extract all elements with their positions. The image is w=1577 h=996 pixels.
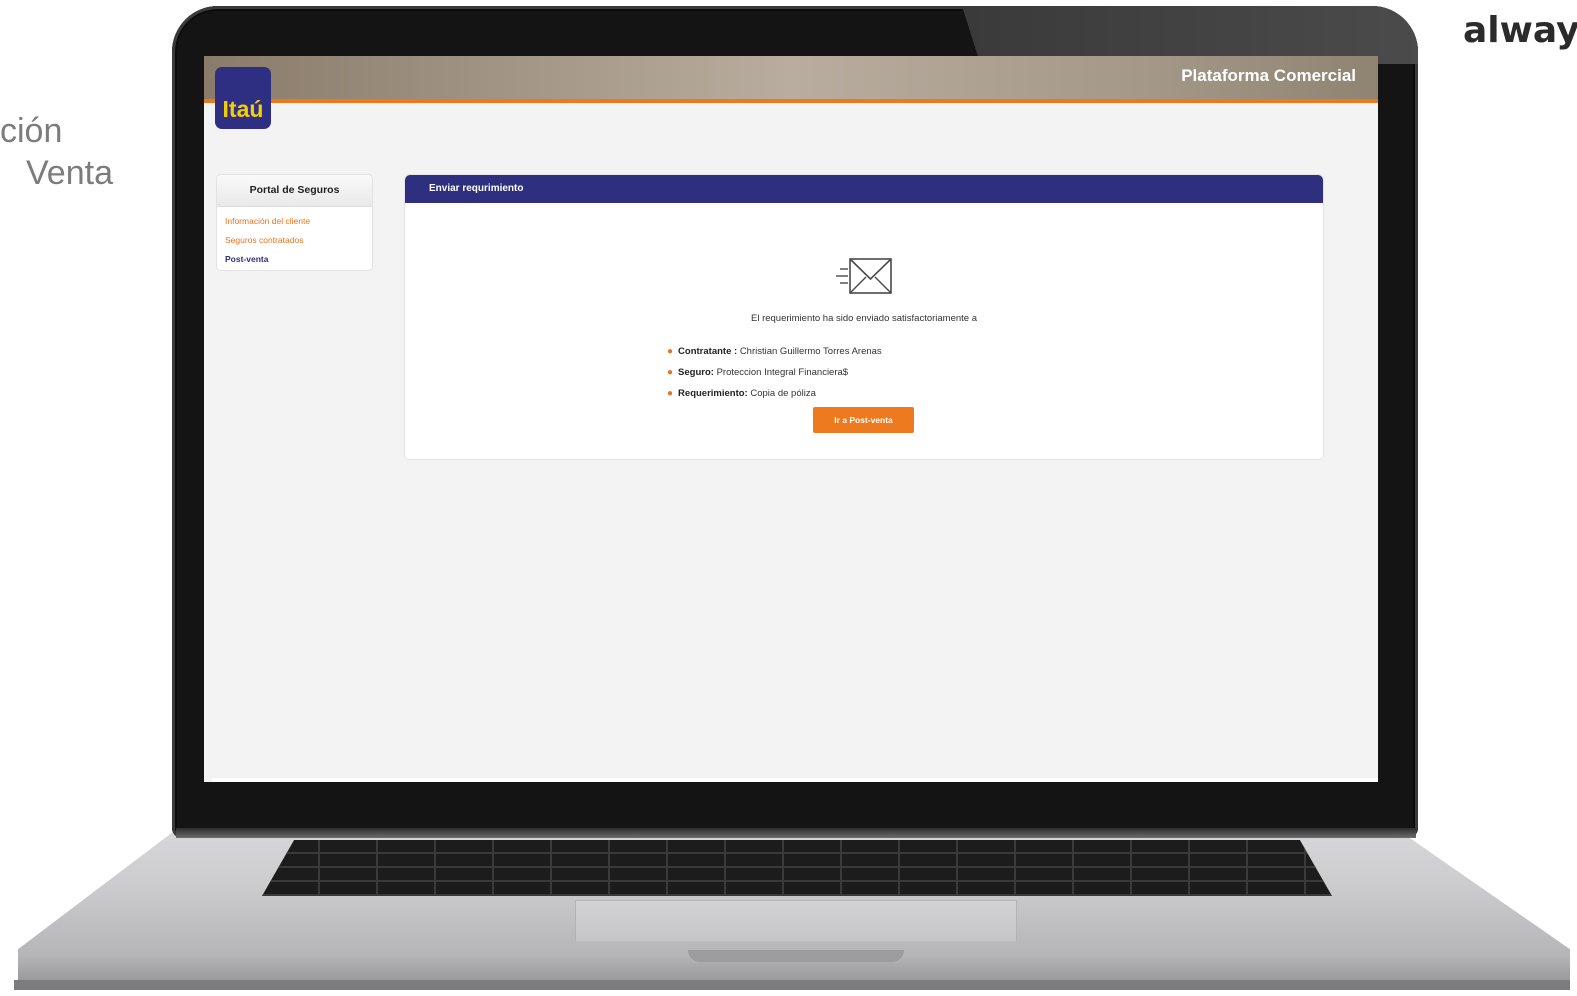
detail-seguro: ● Seguro: Proteccion Integral Financiera$ [667,362,882,383]
envelope-sent-icon [836,258,892,294]
logo-text: Itaú [222,96,264,122]
screen-bottom-edge [212,778,1378,782]
detail-label: Requerimiento: [678,388,748,399]
sidebar-item-seguros-contratados[interactable]: Seguros contratados [225,231,364,250]
laptop-base-edge [14,980,1570,990]
detail-label: Seguro: [678,367,714,378]
laptop-hinge [176,828,1416,838]
laptop-screen: Plataforma Comercial Itaú Portal de Segu… [204,56,1378,782]
detail-value: Christian Guillermo Torres Arenas [739,346,882,357]
send-request-panel: Enviar requrimiento El requerimiento ha … [404,174,1324,460]
platform-title: Plataforma Comercial [1181,66,1356,85]
detail-label: Contratante : [678,346,738,357]
sidebar-title: Portal de Seguros [217,175,372,207]
itau-logo[interactable]: Itaú [215,67,271,129]
detail-requerimiento: ● Requerimiento: Copia de póliza [667,383,882,404]
laptop-notch [688,950,904,962]
app-header-accent-line [204,99,1378,103]
success-message: El requerimiento ha sido enviado satisfa… [750,313,977,324]
request-details: ● Contratante : Christian Guillermo Torre… [667,341,882,404]
slide-text-line-2: Venta [26,154,113,192]
bullet-icon: ● [667,346,674,357]
bullet-icon: ● [667,388,674,399]
bullet-icon: ● [667,367,674,378]
sidebar: Portal de Seguros Información del client… [216,174,373,271]
detail-contratante: ● Contratante : Christian Guillermo Torre… [667,341,882,362]
slide-brand-word: alway [1463,10,1577,51]
panel-header: Enviar requrimiento [405,175,1323,203]
slide-text-line-1: ción [0,112,63,150]
sidebar-menu: Información del cliente Seguros contrata… [217,207,372,274]
laptop-trackpad [575,900,1017,941]
detail-value: Copia de póliza [750,388,816,399]
detail-value: Proteccion Integral Financiera$ [716,367,849,378]
go-to-post-venta-button[interactable]: Ir a Post-venta [813,407,914,433]
laptop-keyboard [262,840,1332,896]
sidebar-item-post-venta[interactable]: Post-venta [225,250,364,269]
sidebar-item-informacion-cliente[interactable]: Información del cliente [225,212,364,231]
